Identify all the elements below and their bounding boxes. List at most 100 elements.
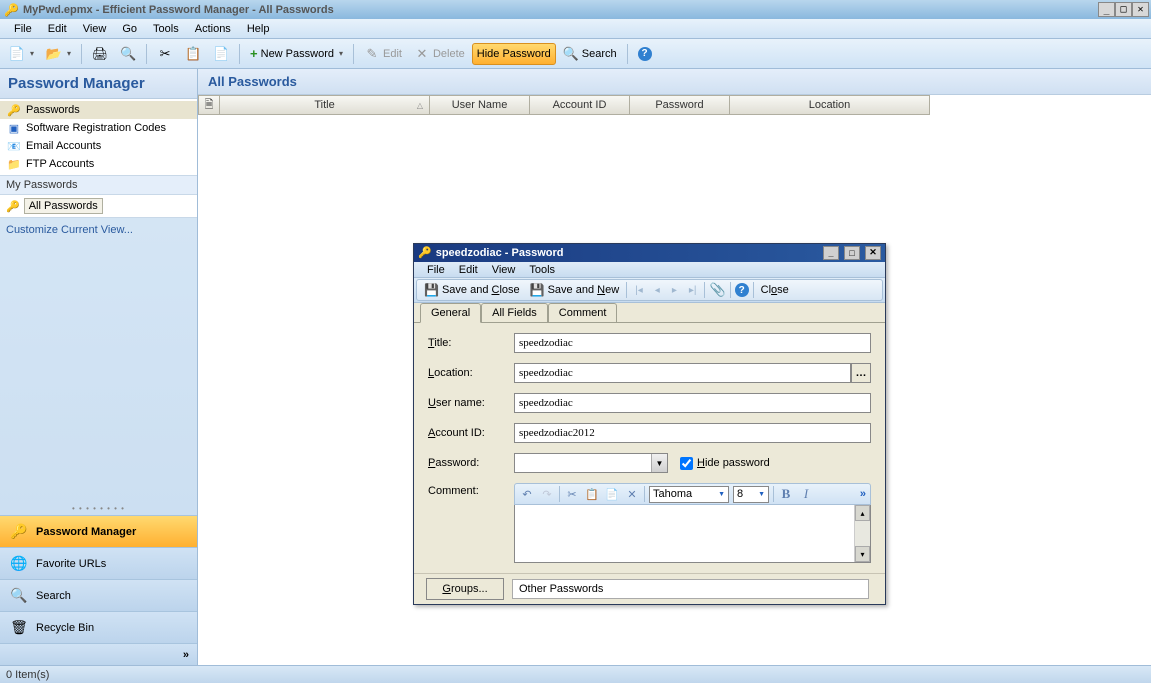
- disk-plus-icon: 💾: [530, 283, 545, 297]
- menu-edit[interactable]: Edit: [40, 21, 75, 37]
- clear-button[interactable]: ✕: [624, 488, 640, 501]
- password-combo[interactable]: ▼: [514, 453, 668, 473]
- menu-tools[interactable]: Tools: [145, 21, 187, 37]
- nav-search[interactable]: 🔍Search: [0, 579, 197, 611]
- copy-button[interactable]: 📋: [584, 488, 600, 501]
- toolbar-more-button[interactable]: »: [860, 488, 866, 500]
- menu-go[interactable]: Go: [114, 21, 145, 37]
- title-label: Title:: [428, 337, 504, 349]
- nav-first-button[interactable]: |◂: [631, 285, 647, 296]
- username-input[interactable]: [514, 393, 871, 413]
- open-button[interactable]: 📂▾: [41, 43, 76, 65]
- tree-item-email[interactable]: 📧Email Accounts: [0, 137, 197, 155]
- tree: 🔑Passwords ▣Software Registration Codes …: [0, 99, 197, 175]
- menubar: File Edit View Go Tools Actions Help: [0, 19, 1151, 39]
- col-title[interactable]: Title△: [220, 95, 430, 115]
- italic-button[interactable]: I: [798, 486, 814, 502]
- key-icon: 🔑: [10, 523, 28, 541]
- maximize-button[interactable]: □: [1115, 2, 1132, 17]
- col-accountid[interactable]: Account ID: [530, 95, 630, 115]
- dialog-menu-view[interactable]: View: [485, 263, 523, 277]
- col-icon[interactable]: 🗎: [198, 95, 220, 115]
- font-size-combo[interactable]: 8▼: [733, 486, 769, 503]
- copy-button[interactable]: 📋: [180, 43, 206, 65]
- tree-item-passwords[interactable]: 🔑Passwords: [0, 101, 197, 119]
- save-and-new-button[interactable]: 💾Save and New: [527, 283, 623, 297]
- dialog-close-toolbar-button[interactable]: Close: [758, 284, 792, 296]
- redo-button[interactable]: ↷: [539, 488, 555, 501]
- search-button[interactable]: 🔍Search: [558, 43, 622, 65]
- nav-prev-button[interactable]: ◂: [651, 285, 664, 296]
- bold-button[interactable]: B: [778, 486, 794, 502]
- nav-password-manager[interactable]: 🔑Password Manager: [0, 515, 197, 547]
- dialog-close-button[interactable]: ✕: [865, 246, 881, 260]
- status-item-count: 0 Item(s): [6, 669, 49, 681]
- cut-button[interactable]: ✂: [152, 43, 178, 65]
- dialog-menu-file[interactable]: File: [420, 263, 452, 277]
- dialog-form: Title: Location: … User name: Account ID…: [414, 323, 885, 573]
- print-button[interactable]: 🖨: [87, 43, 113, 65]
- hide-password-checkbox[interactable]: Hide password: [680, 457, 770, 470]
- splitter-grip[interactable]: • • • • • • • •: [0, 502, 197, 515]
- nav-recycle-bin[interactable]: 🗑Recycle Bin: [0, 611, 197, 643]
- new-password-button[interactable]: +New Password▾: [245, 43, 348, 65]
- username-label: User name:: [428, 397, 504, 409]
- location-browse-button[interactable]: …: [851, 363, 871, 383]
- menu-help[interactable]: Help: [239, 21, 278, 37]
- preview-button[interactable]: 🔍: [115, 43, 141, 65]
- scroll-up-button[interactable]: ▴: [855, 505, 870, 521]
- plus-icon: +: [250, 46, 258, 61]
- all-passwords-row[interactable]: 🔑 All Passwords: [0, 195, 197, 218]
- tab-all-fields[interactable]: All Fields: [481, 303, 548, 322]
- cut-button[interactable]: ✂: [564, 488, 580, 501]
- groups-button[interactable]: Groups...: [426, 578, 504, 600]
- menu-view[interactable]: View: [75, 21, 115, 37]
- dialog-menubar: File Edit View Tools: [414, 262, 885, 278]
- close-button[interactable]: ✕: [1132, 2, 1149, 17]
- dialog-maximize-button[interactable]: □: [844, 246, 860, 260]
- col-location[interactable]: Location: [730, 95, 930, 115]
- copy-icon: 📋: [185, 46, 201, 62]
- undo-button[interactable]: ↶: [519, 488, 535, 501]
- recycle-icon: 🗑: [10, 619, 28, 637]
- tree-item-software-reg[interactable]: ▣Software Registration Codes: [0, 119, 197, 137]
- customize-view-link[interactable]: Customize Current View...: [0, 218, 197, 242]
- attachment-icon[interactable]: 📎: [709, 282, 725, 298]
- account-input[interactable]: [514, 423, 871, 443]
- paste-button[interactable]: 📄: [208, 43, 234, 65]
- col-password[interactable]: Password: [630, 95, 730, 115]
- chevron-right-icon[interactable]: »: [183, 649, 189, 661]
- nav-favorite-urls[interactable]: 🌐Favorite URLs: [0, 547, 197, 579]
- menu-file[interactable]: File: [6, 21, 40, 37]
- help-icon[interactable]: ?: [735, 283, 749, 297]
- key-icon: 🔑: [6, 200, 20, 213]
- mail-icon: 📧: [6, 139, 22, 153]
- nav-last-button[interactable]: ▸|: [685, 285, 701, 296]
- location-input[interactable]: [514, 363, 851, 383]
- content-header: All Passwords: [198, 69, 1151, 95]
- delete-button[interactable]: ✕Delete: [409, 43, 470, 65]
- dialog-minimize-button[interactable]: _: [823, 246, 839, 260]
- save-and-close-button[interactable]: 💾Save and Close: [421, 283, 523, 297]
- new-file-button[interactable]: 📄▾: [4, 43, 39, 65]
- col-username[interactable]: User Name: [430, 95, 530, 115]
- password-dialog: 🔑 speedzodiac - Password _ □ ✕ File Edit…: [413, 243, 886, 605]
- tree-item-ftp[interactable]: 📁FTP Accounts: [0, 155, 197, 173]
- scrollbar-vertical[interactable]: ▴ ▾: [854, 505, 870, 562]
- nav-next-button[interactable]: ▸: [668, 285, 681, 296]
- tab-comment[interactable]: Comment: [548, 303, 618, 322]
- minimize-button[interactable]: _: [1098, 2, 1115, 17]
- dialog-menu-tools[interactable]: Tools: [522, 263, 562, 277]
- title-input[interactable]: [514, 333, 871, 353]
- menu-actions[interactable]: Actions: [187, 21, 239, 37]
- chevron-down-icon[interactable]: ▼: [651, 454, 667, 472]
- dialog-menu-edit[interactable]: Edit: [452, 263, 485, 277]
- scroll-down-button[interactable]: ▾: [855, 546, 870, 562]
- font-combo[interactable]: Tahoma▼: [649, 486, 729, 503]
- comment-textarea[interactable]: ▴ ▾: [514, 505, 871, 563]
- edit-button[interactable]: ✎Edit: [359, 43, 407, 65]
- tab-general[interactable]: General: [420, 303, 481, 323]
- paste-button[interactable]: 📄: [604, 488, 620, 501]
- hide-password-button[interactable]: Hide Password: [472, 43, 556, 65]
- help-button[interactable]: ?: [633, 43, 657, 65]
